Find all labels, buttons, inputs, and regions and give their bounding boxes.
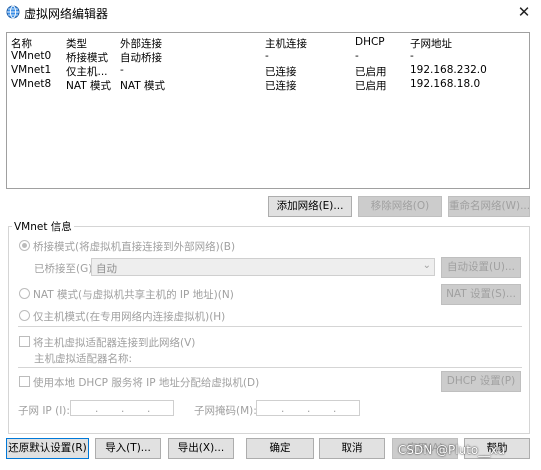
column-header-host[interactable]: 主机连接 xyxy=(265,36,307,51)
column-header-subnet[interactable]: 子网地址 xyxy=(410,36,452,51)
separator xyxy=(18,367,522,368)
use-dhcp-checkbox[interactable] xyxy=(19,376,30,387)
remove-network-button[interactable]: 移除网络(O) xyxy=(358,196,442,217)
network-globe-icon xyxy=(6,5,20,19)
restore-defaults-button[interactable]: 还原默认设置(R) xyxy=(6,438,89,459)
adapter-name-label: 主机虚拟适配器名称: xyxy=(34,353,133,365)
nat-settings-button[interactable]: NAT 设置(S)... xyxy=(441,284,521,305)
host-only-radio[interactable] xyxy=(19,310,30,321)
bridge-mode-radio[interactable] xyxy=(19,240,30,251)
cell-external: 自动桥接 xyxy=(120,52,162,64)
vmnet-info-legend: VMnet 信息 xyxy=(12,219,74,234)
connect-adapter-checkbox[interactable] xyxy=(19,336,30,347)
cell-name: VMnet1 xyxy=(11,64,52,76)
cell-host: - xyxy=(265,50,269,62)
cell-external: NAT 模式 xyxy=(120,80,165,92)
close-icon[interactable]: ✕ xyxy=(510,2,538,22)
column-header-type[interactable]: 类型 xyxy=(66,36,87,51)
cell-type: 桥接模式 xyxy=(66,52,108,64)
cell-host: 已连接 xyxy=(265,80,297,92)
cell-dhcp: 已启用 xyxy=(355,80,387,92)
subnet-mask-field[interactable]: ... xyxy=(256,400,360,416)
export-button[interactable]: 导出(X)... xyxy=(168,438,234,459)
network-list[interactable]: 名称 类型 外部连接 主机连接 DHCP 子网地址 VMnet0 桥接模式 自动… xyxy=(6,32,530,189)
column-header-name[interactable]: 名称 xyxy=(11,36,32,51)
subnet-ip-label: 子网 IP (I): xyxy=(18,405,70,417)
dhcp-settings-button[interactable]: DHCP 设置(P) xyxy=(441,371,521,392)
host-only-label: 仅主机模式(在专用网络内连接虚拟机)(H) xyxy=(33,311,226,323)
watermark: CSDN @Pluto__xu xyxy=(398,443,505,457)
cell-type: 仅主机... xyxy=(66,66,108,78)
bridge-mode-label: 桥接模式(将虚拟机直接连接到外部网络)(B) xyxy=(33,241,236,253)
import-button[interactable]: 导入(T)... xyxy=(95,438,161,459)
table-row[interactable]: VMnet1 仅主机... - 已连接 已启用 192.168.232.0 xyxy=(7,64,529,78)
subnet-mask-label: 子网掩码(M): xyxy=(194,405,257,417)
chevron-down-icon: ⌄ xyxy=(422,260,431,271)
subnet-ip-field[interactable]: ... xyxy=(70,400,174,416)
ok-button[interactable]: 确定 xyxy=(246,438,314,459)
table-row[interactable]: VMnet0 桥接模式 自动桥接 - - - xyxy=(7,50,529,64)
use-dhcp-label: 使用本地 DHCP 服务将 IP 地址分配给虚拟机(D) xyxy=(33,377,260,389)
column-header-external[interactable]: 外部连接 xyxy=(120,36,162,51)
bridged-to-label: 已桥接至(G): xyxy=(34,263,96,275)
add-network-button[interactable]: 添加网络(E)... xyxy=(268,196,352,217)
nat-mode-label: NAT 模式(与虚拟机共享主机的 IP 地址)(N) xyxy=(33,289,234,301)
connect-adapter-label: 将主机虚拟适配器连接到此网络(V) xyxy=(33,337,196,349)
cell-subnet: - xyxy=(410,50,414,62)
bridged-to-select[interactable]: 自动 ⌄ xyxy=(91,258,435,276)
cell-type: NAT 模式 xyxy=(66,80,111,92)
rename-network-button[interactable]: 重命名网络(W)... xyxy=(448,196,530,217)
nat-mode-radio[interactable] xyxy=(19,288,30,299)
column-header-dhcp[interactable]: DHCP xyxy=(355,36,385,48)
cell-external: - xyxy=(120,64,124,76)
table-row[interactable]: VMnet8 NAT 模式 NAT 模式 已连接 已启用 192.168.18.… xyxy=(7,78,529,92)
cell-subnet: 192.168.232.0 xyxy=(410,64,487,76)
cancel-button[interactable]: 取消 xyxy=(319,438,385,459)
auto-settings-button[interactable]: 自动设置(U)... xyxy=(441,257,521,278)
cell-dhcp: - xyxy=(355,50,359,62)
cell-dhcp: 已启用 xyxy=(355,66,387,78)
cell-subnet: 192.168.18.0 xyxy=(410,78,481,90)
cell-host: 已连接 xyxy=(265,66,297,78)
separator xyxy=(18,326,522,327)
bridged-to-value: 自动 xyxy=(96,263,117,275)
window-title: 虚拟网络编辑器 xyxy=(24,7,109,21)
cell-name: VMnet0 xyxy=(11,50,52,62)
cell-name: VMnet8 xyxy=(11,78,52,90)
